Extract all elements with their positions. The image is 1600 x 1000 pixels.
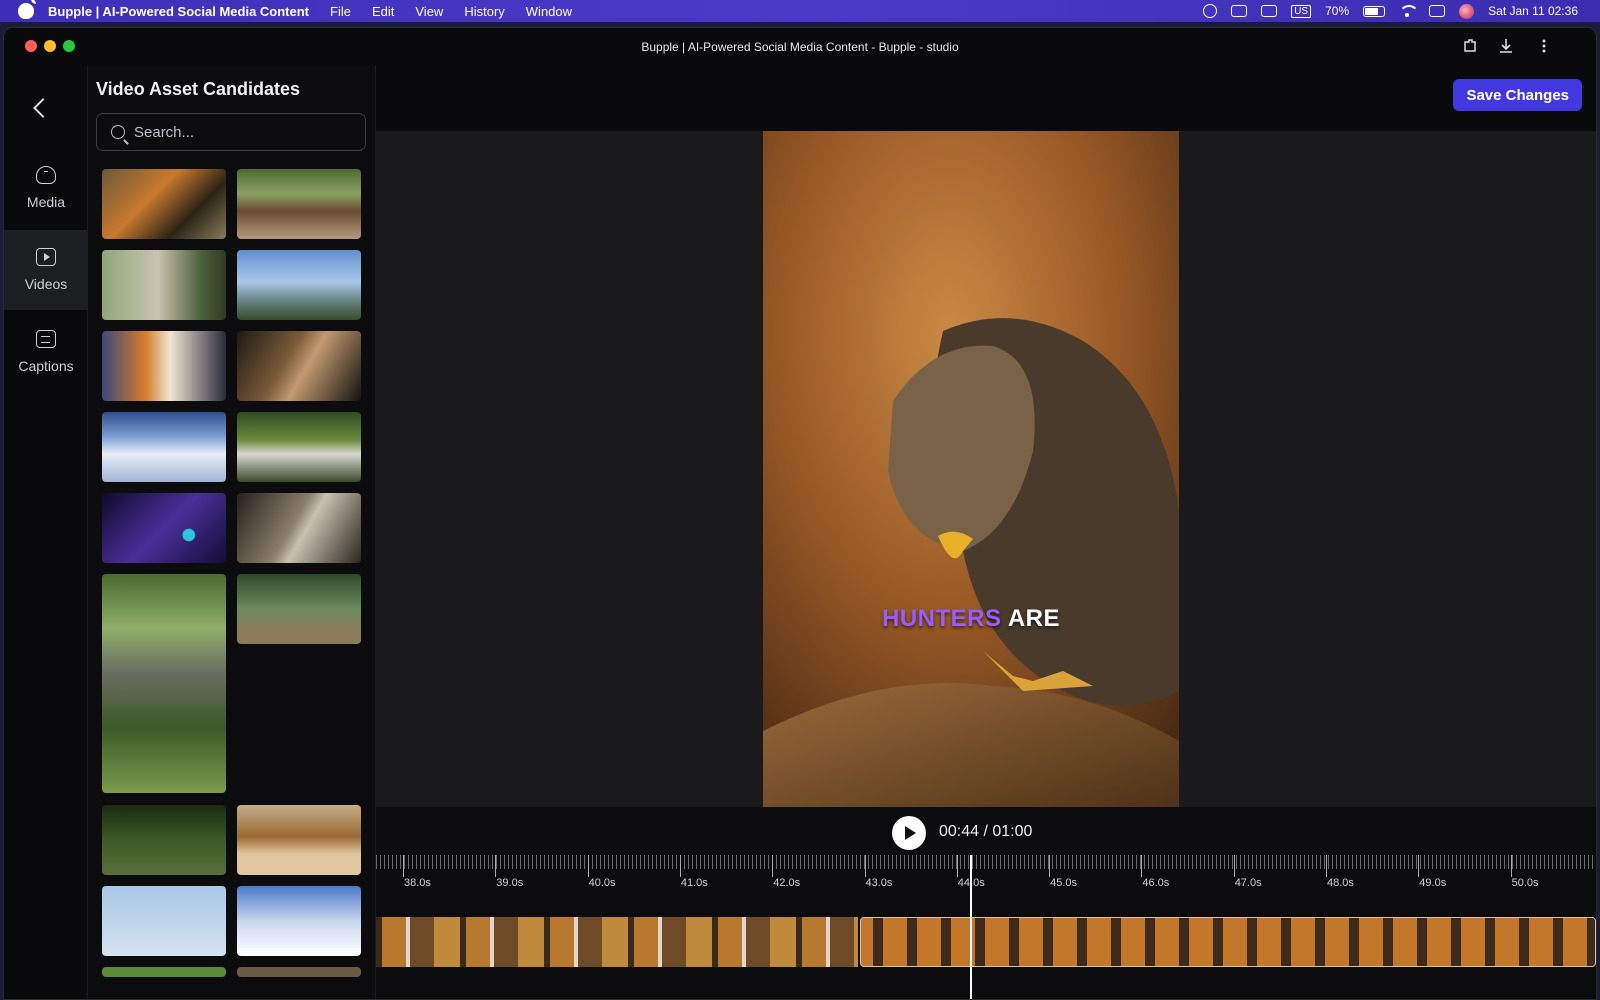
video-thumbnail[interactable] bbox=[102, 574, 226, 793]
video-thumbnail[interactable] bbox=[237, 331, 361, 401]
menu-file[interactable]: File bbox=[330, 4, 351, 19]
playback-time: 00:44 / 01:00 bbox=[939, 823, 1033, 840]
tick-mark bbox=[864, 855, 866, 877]
video-thumbnail[interactable] bbox=[237, 250, 361, 320]
video-thumbnail[interactable] bbox=[237, 805, 361, 875]
extensions-icon[interactable] bbox=[1462, 38, 1478, 54]
menu-edit[interactable]: Edit bbox=[372, 4, 394, 19]
menu-view[interactable]: View bbox=[415, 4, 443, 19]
video-thumbnail[interactable] bbox=[102, 169, 226, 239]
preview-stage: HUNTERS ARE bbox=[376, 131, 1596, 807]
siri-icon[interactable] bbox=[1459, 3, 1475, 19]
rail-item-captions[interactable]: Captions bbox=[4, 312, 88, 392]
video-thumbnail[interactable] bbox=[102, 967, 226, 977]
window-title: Bupple | AI-Powered Social Media Content… bbox=[641, 40, 959, 54]
tick-label: 46.0s bbox=[1142, 877, 1170, 889]
tick-mark bbox=[495, 855, 497, 877]
input-source-indicator[interactable]: US bbox=[1291, 4, 1312, 18]
search-input[interactable] bbox=[134, 123, 354, 141]
tick-mark bbox=[1049, 855, 1051, 877]
clip-segment[interactable] bbox=[376, 917, 858, 967]
tick-mark bbox=[1510, 855, 1512, 877]
left-rail: Media Videos Captions bbox=[4, 65, 88, 999]
tick-mark bbox=[772, 855, 774, 877]
caption-highlight-word: HUNTERS bbox=[882, 605, 1002, 632]
battery-percent: 70% bbox=[1325, 4, 1350, 18]
menubar-clock[interactable]: Sat Jan 11 02:36 bbox=[1488, 4, 1578, 18]
tick-mark bbox=[679, 855, 681, 877]
tick-mark bbox=[956, 855, 958, 877]
video-thumbnail[interactable] bbox=[237, 169, 361, 239]
video-thumbnail[interactable] bbox=[237, 412, 361, 482]
rail-item-label: Videos bbox=[24, 276, 68, 292]
timeline-panel: 00:44 / 01:00 38.0s 39.0s 40.0s 41.0s 42.0s 4… bbox=[376, 807, 1596, 999]
wifi-icon[interactable] bbox=[1399, 5, 1420, 17]
window-titlebar: Bupple | AI-Powered Social Media Content… bbox=[4, 28, 1596, 65]
tick-mark bbox=[1326, 855, 1327, 877]
back-icon[interactable] bbox=[33, 98, 53, 118]
caption-word: ARE bbox=[1007, 605, 1060, 632]
video-thumbnail[interactable] bbox=[102, 331, 226, 401]
rail-item-label: Media bbox=[26, 194, 66, 210]
tick-mark bbox=[1233, 855, 1235, 877]
video-preview[interactable]: HUNTERS ARE bbox=[763, 131, 1179, 807]
asset-panel: Video Asset Candidates bbox=[88, 65, 376, 999]
rail-item-media[interactable]: Media bbox=[4, 148, 88, 228]
timeline-track bbox=[376, 917, 1596, 967]
menu-extra-icon[interactable] bbox=[1231, 5, 1248, 17]
menu-app-name[interactable]: Bupple | AI-Powered Social Media Content bbox=[48, 4, 309, 19]
chatgpt-icon[interactable] bbox=[1203, 4, 1218, 18]
app-window: Bupple | AI-Powered Social Media Content… bbox=[3, 27, 1597, 1000]
tick-mark bbox=[1141, 855, 1143, 877]
tick-label: 39.0s bbox=[496, 877, 524, 889]
tick-label: 45.0s bbox=[1050, 877, 1078, 889]
tick-label: 43.0s bbox=[865, 877, 893, 889]
rail-item-label: Captions bbox=[18, 358, 74, 374]
bed-icon[interactable] bbox=[1261, 5, 1278, 17]
video-thumbnail[interactable] bbox=[102, 886, 226, 956]
video-thumbnail[interactable] bbox=[237, 886, 361, 956]
video-thumbnail[interactable] bbox=[102, 805, 226, 875]
tick-label: 41.0s bbox=[680, 877, 708, 889]
tick-label: 40.0s bbox=[588, 877, 616, 889]
save-changes-button[interactable]: Save Changes bbox=[1453, 79, 1582, 111]
macos-menubar: Bupple | AI-Powered Social Media Content… bbox=[0, 0, 1600, 22]
download-icon[interactable] bbox=[1498, 38, 1514, 54]
editor-topbar: Save Changes bbox=[376, 65, 1596, 131]
tick-label: 48.0s bbox=[1327, 877, 1354, 889]
more-options-icon[interactable] bbox=[1536, 38, 1552, 54]
cloud-upload-icon bbox=[36, 166, 56, 184]
eagle-frame-image bbox=[763, 131, 1179, 807]
search-icon bbox=[111, 125, 125, 139]
battery-icon[interactable] bbox=[1363, 5, 1386, 17]
tick-label: 38.0s bbox=[404, 877, 431, 889]
video-thumbnail[interactable] bbox=[102, 412, 226, 482]
video-thumbnail[interactable] bbox=[237, 967, 361, 977]
menu-history[interactable]: History bbox=[464, 4, 504, 19]
playhead[interactable] bbox=[970, 855, 972, 999]
tick-label: 47.0s bbox=[1234, 877, 1262, 889]
video-icon bbox=[36, 248, 56, 266]
apple-icon[interactable] bbox=[18, 0, 36, 19]
tick-mark bbox=[403, 855, 404, 877]
caption-overlay[interactable]: HUNTERS ARE bbox=[763, 605, 1179, 633]
tick-mark bbox=[587, 855, 589, 877]
tick-label: 49.0s bbox=[1419, 877, 1447, 889]
timeline-ruler[interactable] bbox=[376, 855, 1596, 869]
tick-label: 42.0s bbox=[773, 877, 801, 889]
tick-mark bbox=[1418, 855, 1420, 877]
video-thumbnail[interactable] bbox=[237, 493, 361, 563]
panel-title: Video Asset Candidates bbox=[96, 79, 301, 99]
video-thumbnail[interactable] bbox=[102, 493, 226, 563]
menu-window[interactable]: Window bbox=[526, 4, 572, 19]
search-box[interactable] bbox=[96, 113, 366, 151]
video-thumbnail[interactable] bbox=[237, 574, 361, 644]
play-button[interactable] bbox=[892, 816, 926, 850]
captions-icon bbox=[36, 330, 56, 348]
rail-item-videos[interactable]: Videos bbox=[4, 230, 88, 310]
tick-label: 50.0s bbox=[1511, 877, 1539, 889]
control-center-icon[interactable] bbox=[1429, 5, 1446, 17]
video-thumbnail[interactable] bbox=[102, 250, 226, 320]
